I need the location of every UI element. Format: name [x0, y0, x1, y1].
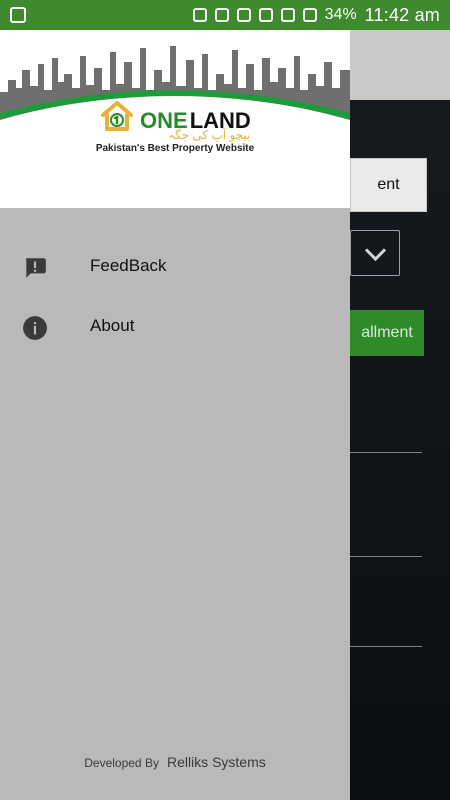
logo: ONE LAND بیچو آپ کی جگہ Pakistan's Best …	[0, 88, 350, 208]
background-divider	[350, 646, 422, 647]
developer-name: Relliks Systems	[166, 754, 266, 770]
menu-item-label: FeedBack	[90, 256, 167, 275]
feedback-icon	[26, 258, 46, 278]
background-app	[350, 30, 450, 800]
drawer-menu: FeedBack About	[0, 238, 350, 358]
info-icon	[23, 316, 47, 340]
status-left	[10, 7, 26, 23]
alarm-icon	[236, 8, 251, 22]
image-icon	[10, 7, 26, 23]
tagline: Pakistan's Best Property Website	[95, 143, 255, 154]
battery-percentage: 34%	[324, 6, 357, 23]
status-right: 34% 11:42 am	[192, 4, 440, 26]
navigation-drawer: ONE LAND بیچو آپ کی جگہ Pakistan's Best …	[0, 30, 350, 800]
logo-row: ONE LAND	[100, 98, 251, 132]
status-bar: 34% 11:42 am	[0, 0, 450, 30]
background-divider	[350, 452, 422, 453]
background-tab[interactable]: ent	[350, 158, 427, 212]
wifi-icon	[258, 8, 273, 22]
chevron-down-icon	[364, 239, 386, 261]
background-dropdown[interactable]	[350, 230, 400, 276]
house-logo-icon	[101, 101, 133, 131]
drawer-footer: Developed By Relliks Systems	[0, 754, 350, 770]
mute-icon	[214, 8, 229, 22]
background-divider	[350, 556, 422, 557]
drawer-header: ONE LAND بیچو آپ کی جگہ Pakistan's Best …	[0, 30, 350, 208]
menu-item-about[interactable]: About	[0, 298, 350, 358]
signal-icon	[302, 8, 317, 22]
logo-urdu-text: بیچو آپ کی جگہ	[168, 128, 251, 142]
background-green-button[interactable]: allment	[350, 310, 424, 356]
menu-item-label: About	[90, 316, 135, 335]
download-icon	[192, 8, 207, 22]
menu-item-feedback[interactable]: FeedBack	[0, 238, 350, 298]
one-icon	[280, 8, 295, 22]
background-app-toolbar	[350, 30, 450, 100]
developed-by-label: Developed By	[84, 756, 159, 770]
status-time: 11:42 am	[364, 4, 440, 25]
